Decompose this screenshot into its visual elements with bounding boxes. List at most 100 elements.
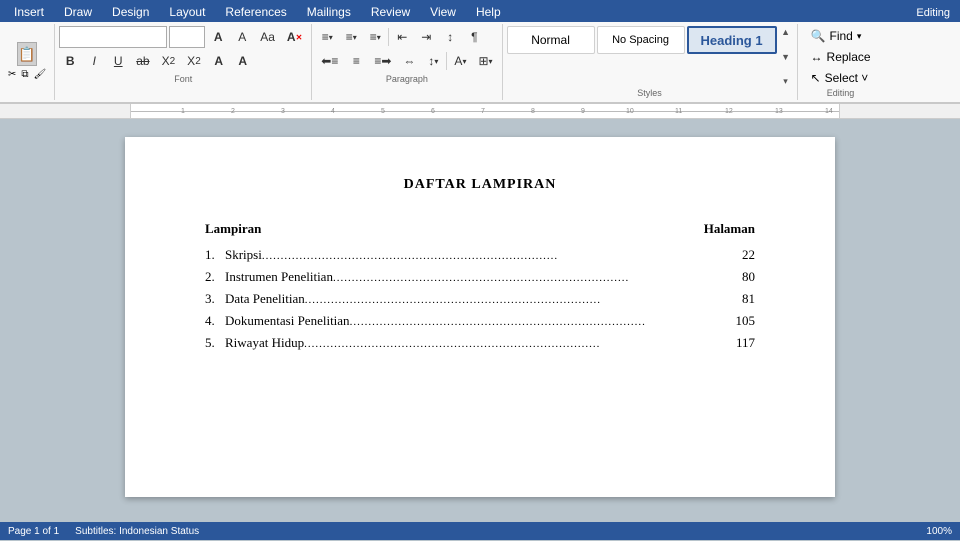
toc-label-1: Skripsi [225, 247, 262, 263]
show-marks-button[interactable]: ¶ [463, 26, 485, 48]
document-title: DAFTAR LAMPIRAN [205, 177, 755, 193]
tab-review[interactable]: Review [361, 2, 420, 22]
toc-col-left: Lampiran [205, 221, 261, 237]
highlight-button[interactable]: A [232, 50, 254, 72]
toc-dots-4: ........................................… [350, 316, 725, 328]
font-grow-button[interactable]: A [207, 26, 229, 48]
tab-insert[interactable]: Insert [4, 2, 54, 22]
align-center-button[interactable]: ≡ [345, 50, 367, 72]
style-normal-button[interactable]: Normal [507, 26, 595, 54]
align-left-button[interactable]: ⬅≡ [316, 50, 343, 72]
subscript-button[interactable]: X2 [157, 50, 181, 72]
status-bar: Page 1 of 1 Subtitles: Indonesian Status… [0, 522, 960, 540]
strikethrough-button[interactable]: ab [131, 50, 154, 72]
font-shrink-button[interactable]: A [231, 26, 253, 48]
bullets-button[interactable]: ≡▾ [316, 26, 338, 48]
superscript-button[interactable]: X2 [182, 50, 206, 72]
page-info: Page 1 of 1 [8, 526, 59, 537]
toc-num-3: 3. [205, 291, 225, 307]
toc-item-4: 4. Dokumentasi Penelitian ..............… [205, 313, 755, 329]
toc-page-3: 81 [725, 291, 755, 307]
justify-button[interactable]: ⇔ [398, 50, 420, 72]
toc-num-5: 5. [205, 335, 225, 351]
tab-view[interactable]: View [420, 2, 466, 22]
replace-label: Replace [827, 50, 871, 64]
toc-item-3: 3. Data Penelitian .....................… [205, 291, 755, 307]
find-button[interactable]: 🔍 Find ▾ [806, 26, 876, 46]
select-icon: ↖ [811, 71, 821, 85]
toc-label-2: Instrumen Penelitian [225, 269, 333, 285]
cut-icon[interactable]: ✂ [6, 68, 18, 81]
change-case-button[interactable]: Aa [255, 26, 280, 48]
styles-section: Normal No Spacing Heading 1 ▲ ▼ ▾ Styles [503, 24, 798, 100]
toc-item-2: 2. Instrumen Penelitian ................… [205, 269, 755, 285]
clear-format-button[interactable]: A✕ [282, 26, 307, 48]
zoom-level: 100% [926, 526, 952, 537]
replace-button[interactable]: ↔ Replace [806, 47, 876, 67]
toc-label-4: Dokumentasi Penelitian [225, 313, 350, 329]
italic-button[interactable]: I [83, 50, 105, 72]
toc-dots-1: ........................................… [262, 250, 725, 262]
find-icon: 🔍 [811, 29, 826, 43]
font-color-button[interactable]: A [208, 50, 230, 72]
toc-label-3: Data Penelitian [225, 291, 305, 307]
paste-icon[interactable]: 📋 [17, 42, 37, 66]
paragraph-label: Paragraph [316, 74, 497, 84]
word-count: Subtitles: Indonesian Status [75, 526, 199, 537]
toc-dots-5: ........................................… [304, 338, 725, 350]
toc-page-2: 80 [725, 269, 755, 285]
numbering-button[interactable]: ≡▾ [340, 26, 362, 48]
editing-section: 🔍 Find ▾ ↔ Replace ↖ Select ˅ Editing [798, 24, 884, 100]
toc-col-right: Halaman [704, 221, 755, 237]
style-no-spacing-button[interactable]: No Spacing [597, 26, 685, 54]
decrease-indent-button[interactable]: ⇤ [391, 26, 413, 48]
tab-mailings[interactable]: Mailings [297, 2, 361, 22]
styles-scroll-down[interactable]: ▼ [779, 52, 793, 62]
toc-item-5: 5. Riwayat Hidup .......................… [205, 335, 755, 351]
toc-label-5: Riwayat Hidup [225, 335, 304, 351]
font-section: Times New Roman 12 A A Aa A✕ B I U ab X2… [55, 24, 312, 100]
tab-design[interactable]: Design [102, 2, 159, 22]
sort-button[interactable]: ↕ [439, 26, 461, 48]
bold-button[interactable]: B [59, 50, 81, 72]
select-button[interactable]: ↖ Select ˅ [806, 68, 876, 88]
toc-item-1: 1. Skripsi .............................… [205, 247, 755, 263]
increase-indent-button[interactable]: ⇥ [415, 26, 437, 48]
tab-draw[interactable]: Draw [54, 2, 102, 22]
toc-list: 1. Skripsi .............................… [205, 247, 755, 351]
ribbon-body: 📋 ✂ ⧉ 🖌 Times New Roman 12 A A Aa A✕ B I… [0, 22, 960, 104]
copy-icon[interactable]: ⧉ [19, 68, 30, 81]
toc-dots-3: ........................................… [305, 294, 725, 306]
tab-help[interactable]: Help [466, 2, 511, 22]
paragraph-section: ≡▾ ≡▾ ≡▾ ⇤ ⇥ ↕ ¶ ⬅≡ ≡ ≡➡ ⇔ ↕▾ A▾ ⊞▾ Para… [312, 24, 502, 100]
find-label: Find [829, 29, 852, 43]
styles-scroll-up[interactable]: ▲ [779, 27, 793, 37]
find-chevron: ▾ [857, 31, 862, 42]
multilevel-button[interactable]: ≡▾ [364, 26, 386, 48]
font-size-input[interactable]: 12 [169, 26, 205, 48]
ribbon-tabs-bar: Insert Draw Design Layout References Mai… [0, 0, 960, 22]
align-right-button[interactable]: ≡➡ [369, 50, 396, 72]
shading-button[interactable]: A▾ [449, 50, 471, 72]
clipboard-section: 📋 ✂ ⧉ 🖌 [0, 24, 55, 100]
font-label: Font [59, 74, 307, 84]
ruler: 1 2 3 4 5 6 7 8 9 10 11 12 13 14 [0, 104, 960, 119]
toc-page-4: 105 [725, 313, 755, 329]
editing-label: Editing [806, 88, 876, 98]
style-heading1-button[interactable]: Heading 1 [687, 26, 777, 54]
toc-num-2: 2. [205, 269, 225, 285]
toc-num-1: 1. [205, 247, 225, 263]
toc-num-4: 4. [205, 313, 225, 329]
tab-references[interactable]: References [215, 2, 296, 22]
styles-label: Styles [507, 88, 793, 98]
format-painter-icon[interactable]: 🖌 [32, 68, 49, 81]
editing-top-label: Editing [906, 4, 960, 22]
document-area: DAFTAR LAMPIRAN Lampiran Halaman 1. Skri… [0, 119, 960, 541]
tab-layout[interactable]: Layout [159, 2, 215, 22]
page[interactable]: DAFTAR LAMPIRAN Lampiran Halaman 1. Skri… [125, 137, 835, 497]
font-name-input[interactable]: Times New Roman [59, 26, 167, 48]
line-spacing-button[interactable]: ↕▾ [422, 50, 444, 72]
styles-more-button[interactable]: ▾ [779, 76, 793, 87]
borders-button[interactable]: ⊞▾ [473, 50, 497, 72]
underline-button[interactable]: U [107, 50, 129, 72]
